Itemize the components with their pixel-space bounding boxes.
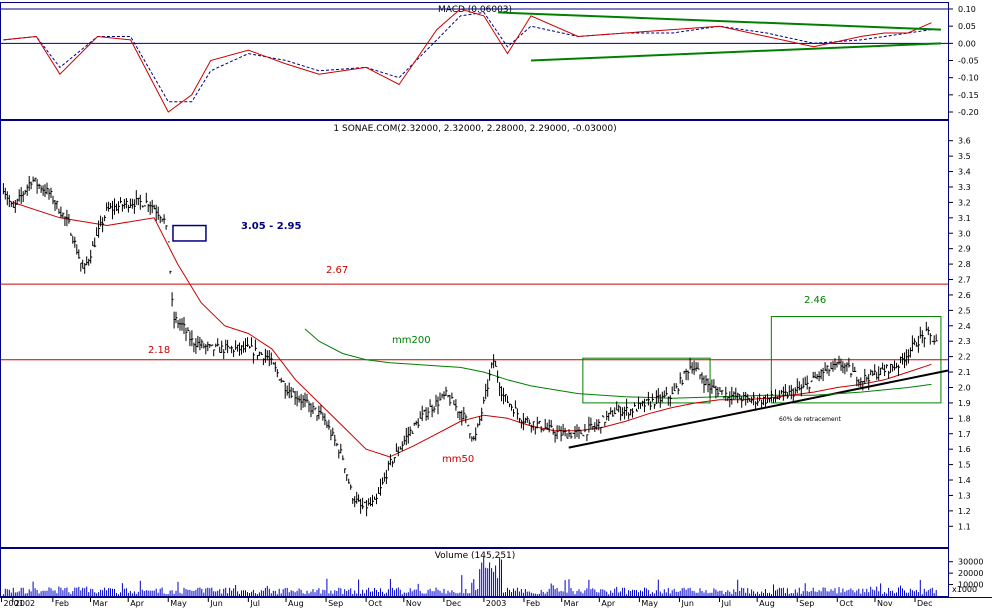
macd-tick-label: 0.05 [958,22,976,31]
price-tick-label: 3.0 [958,229,971,238]
x-tick-label: Jul [720,599,731,608]
price-tick-label: 2.8 [958,260,971,269]
price-tick-label: 2.0 [958,383,971,392]
x-tick-label: Jul [249,599,260,608]
x-tick-label: Aug [288,599,304,608]
price-tick-label: 2.3 [958,337,971,346]
price-tick-label: 3.5 [958,152,971,161]
macd-tick-label: -0.05 [958,57,979,66]
mm200-label: mm200 [392,335,431,346]
macd-tick-label: -0.10 [958,74,979,83]
price-tick-label: 2.6 [958,291,971,300]
macd-tick-label: 0.10 [958,5,976,14]
x-tick-label: Mar [93,599,109,608]
price-tick-label: 1.1 [958,522,971,531]
support-trendline [568,369,949,449]
macd-trendline [498,11,941,31]
price-tick-label: 2.1 [958,368,971,377]
x-tick-label: Sep [328,599,343,608]
mm50-label: mm50 [442,454,474,465]
x-tick-label: May [170,599,187,608]
price-tick-label: 2.7 [958,276,971,285]
x-tick-label: Apr [130,599,145,608]
x-tick-label: Feb [526,599,540,608]
price-panel-frame [0,120,949,548]
axis-labels: 0.10 0.05 0.00 -0.05 -0.10 -0.15 -0.20 3.6 3.5 3.… [0,5,983,608]
box-label-305-295: 3.05 - 2.95 [241,221,302,232]
price-tick-label: 2.2 [958,353,971,362]
volume-title: Volume (145,251) [435,551,516,561]
volume-bars [2,557,937,596]
x-tick-label: 2002 [15,599,35,608]
price-tick-label: 1.4 [958,476,971,485]
price-plot [1,176,949,517]
x-tick-label: May [641,599,658,608]
box-label-246: 2.46 [804,295,826,306]
target-box [582,357,711,404]
chart-window: MACD (0.06003) 1 SONAE.COM(2.32000, 2.32… [0,0,992,608]
x-tick-label: Apr [601,599,616,608]
stock-chart: MACD (0.06003) 1 SONAE.COM(2.32000, 2.32… [0,2,992,608]
target-box [172,224,207,242]
x-tick-label: Jun [209,599,223,608]
macd-tick-label: -0.20 [958,108,979,117]
price-tick-label: 1.9 [958,399,971,408]
level-label-267: 2.67 [326,265,348,276]
level-label-218: 2.18 [148,345,170,356]
macd-tick-label: 0.00 [958,39,976,48]
macd-panel-frame [0,2,949,120]
x-tick-label: Dec [446,599,461,608]
price-tick-label: 3.1 [958,214,971,223]
x-tick-label: Jun [680,599,694,608]
macd-tick-label: -0.15 [958,91,979,100]
price-tick-label: 2.4 [958,322,971,331]
volume-tick-label: 20000 [958,569,983,578]
x-tick-label: Dec [917,599,932,608]
x-tick-label: Sep [799,599,814,608]
price-tick-label: 1.6 [958,445,971,454]
price-tick-label: 1.8 [958,414,971,423]
price-tick-label: 1.7 [958,430,971,439]
price-bars [2,176,938,517]
x-tick-label: Aug [759,599,775,608]
price-tick-label: 1.2 [958,507,971,516]
price-tick-label: 3.6 [958,137,971,146]
volume-plot [2,557,937,596]
volume-tick-label: 30000 [958,558,983,567]
macd-plot [1,8,948,113]
price-tick-label: 3.2 [958,198,971,207]
retracement-label: 60% de retracement [779,416,842,423]
price-tick-label: 1.5 [958,461,971,470]
x-tick-label: Nov [406,599,422,608]
price-tick-label: 2.5 [958,306,971,315]
price-tick-label: 3.3 [958,183,971,192]
x-tick-label: Mar [564,599,580,608]
x-tick-label: Nov [877,599,893,608]
x-tick-label: Oct [839,599,853,608]
x-tick-label: Feb [55,599,69,608]
price-tick-label: 3.4 [958,168,971,177]
price-tick-label: 2.9 [958,245,971,254]
macd-trendline [530,42,941,62]
x-tick-label: Oct [368,599,382,608]
signal-line [3,11,932,103]
x-tick-label: 2003 [486,599,506,608]
price-tick-label: 1.3 [958,491,971,500]
volume-unit-label: x1000 [952,585,977,594]
price-title: 1 SONAE.COM(2.32000, 2.32000, 2.28000, 2… [333,124,616,134]
